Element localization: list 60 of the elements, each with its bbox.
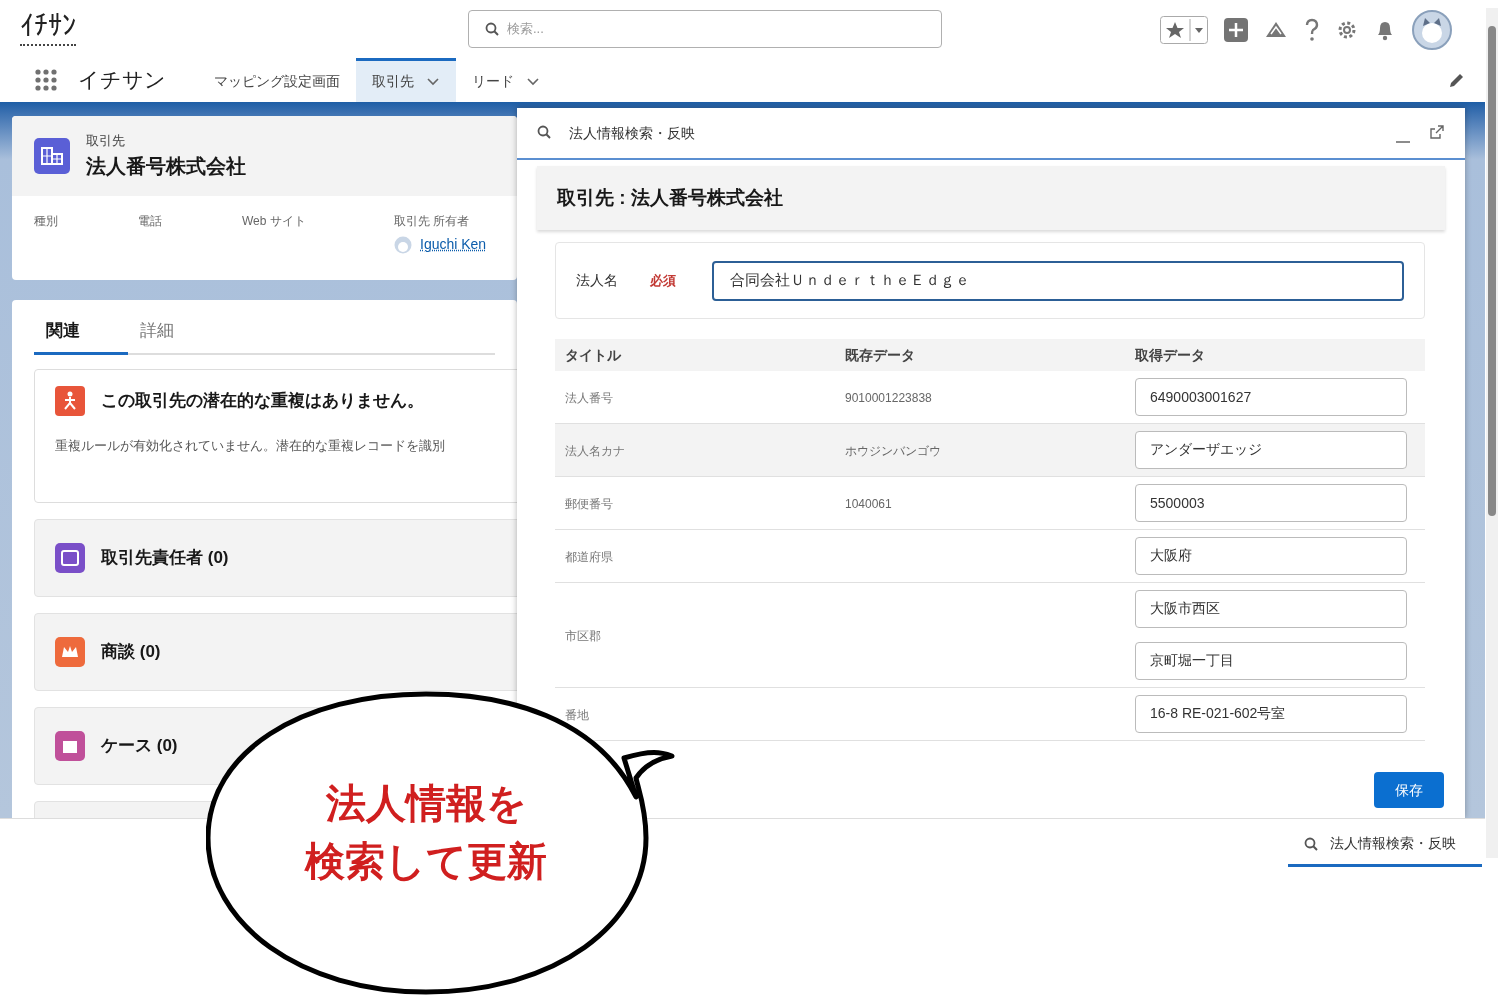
callout-text: 法人情報を [325, 780, 527, 827]
save-button[interactable]: 保存 [1374, 772, 1444, 808]
scrollbar[interactable] [1486, 8, 1498, 858]
pencil-icon[interactable] [1448, 73, 1464, 89]
search-icon [537, 125, 553, 141]
data-input[interactable]: 京町堀一丁目 [1135, 642, 1407, 680]
panel-title: 法人情報検索・反映 [569, 123, 695, 143]
column-header: 取得データ [1135, 345, 1206, 365]
table-cell: 都道府県 [565, 550, 613, 564]
person-icon [55, 385, 85, 416]
panel-heading: 取引先 : 法人番号株式会社 [557, 185, 783, 210]
avatar-icon[interactable] [1412, 10, 1452, 50]
field-label: 種別 [34, 213, 59, 230]
data-input[interactable]: 16-8 RE-021-602号室 [1135, 695, 1407, 733]
field-label: 電話 [138, 213, 163, 230]
data-input[interactable]: 大阪府 [1135, 537, 1407, 575]
duplicate-title: この取引先の潜在的な重複はありません。 [101, 389, 424, 412]
settings-icon[interactable] [1336, 19, 1358, 41]
table-cell: 9010001223838 [845, 391, 932, 405]
search-icon [485, 22, 499, 36]
duplicate-message: 重複ルールが有効化されていません。潜在的な重複レコードを識別 [55, 436, 446, 455]
nav-tab[interactable]: 取引先 [356, 58, 456, 102]
table-cell: 市区郡 [565, 629, 601, 643]
related-list-title[interactable]: 取引先責任者 (0) [101, 544, 229, 571]
record-title: 法人番号株式会社 [86, 153, 246, 179]
nav-tab[interactable]: リード [456, 58, 556, 102]
table-cell: 番地 [565, 708, 589, 722]
column-header: タイトル [564, 345, 622, 365]
related-tab[interactable]: 関連 [34, 318, 128, 355]
nav-tab[interactable]: マッピング設定画面 [198, 58, 356, 102]
object-label: 取引先 [86, 132, 126, 151]
field-label: 法人名 [576, 271, 619, 290]
pop-out-icon[interactable] [1429, 124, 1445, 140]
building-icon [34, 138, 70, 174]
related-list-title[interactable]: ケース (0) [101, 732, 178, 759]
table-cell: ホウジンバンゴウ [845, 444, 941, 458]
callout-text: 検索して更新 [305, 838, 547, 885]
field-label: 取引先 所有者 [394, 213, 471, 230]
data-input[interactable]: 大阪市西区 [1135, 590, 1407, 628]
company-name-input[interactable]: 合同会社ＵｎｄｅｒｔｈｅＥｄｇｅ [712, 260, 1404, 301]
data-input[interactable]: 5500003 [1135, 484, 1407, 522]
related-tab[interactable]: 詳細 [128, 318, 222, 355]
help-icon[interactable] [1304, 18, 1320, 42]
owner-link[interactable]: Iguchi Ken [420, 234, 487, 255]
plus-icon[interactable] [1224, 18, 1248, 42]
avatar-icon [394, 235, 412, 254]
app-logo: ｲﾁｻﾝ [20, 12, 76, 46]
related-list-title[interactable]: 商談 (0) [101, 638, 161, 665]
field-label: Web サイト [242, 213, 307, 230]
app-name: イチサン [78, 67, 166, 94]
required-label: 必須 [650, 271, 677, 290]
search-icon [1304, 836, 1318, 851]
table-cell: 郵便番号 [565, 497, 613, 511]
data-input[interactable]: アンダーザエッジ [1135, 431, 1407, 469]
table-cell: 1040061 [845, 497, 892, 511]
app-launcher-icon[interactable] [34, 68, 58, 92]
data-input[interactable]: 6490003001627 [1135, 378, 1407, 416]
table-cell: 法人名カナ [565, 444, 625, 458]
table-cell: 法人番号 [565, 391, 613, 405]
column-header: 既存データ [845, 345, 916, 365]
